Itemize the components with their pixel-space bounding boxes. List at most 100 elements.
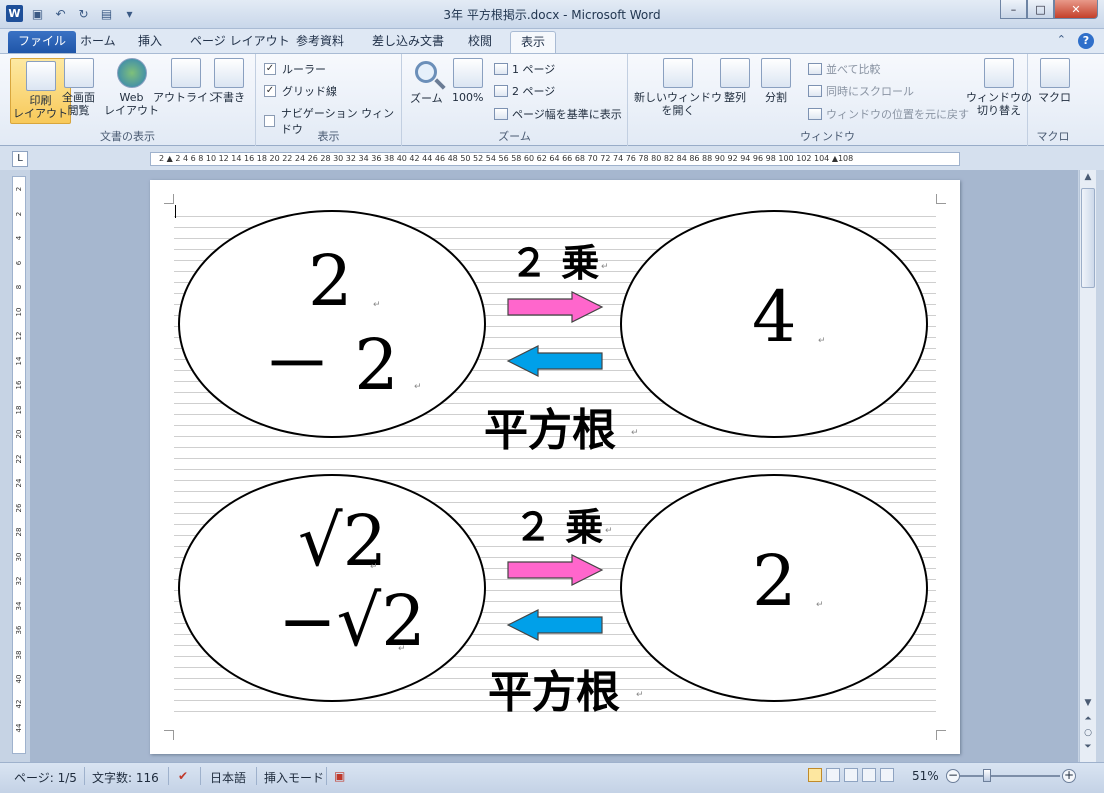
scroll-down-arrow-icon[interactable]: ▼: [1080, 698, 1096, 708]
magnifier-icon: [415, 61, 438, 83]
status-divider: [84, 767, 85, 785]
sync-scroll-button[interactable]: 同時にスクロール: [808, 83, 914, 99]
ribbon: 印刷 レイアウト 全画面 閲覧 Web レイアウト アウトライン 下書き 文書の…: [0, 53, 1104, 146]
square-label-top: ２ 乗: [510, 241, 600, 285]
language[interactable]: 日本語: [210, 769, 246, 786]
group-label-window: ウィンドウ: [800, 130, 855, 143]
tab-selector[interactable]: L: [12, 151, 28, 167]
full-screen-view-icon[interactable]: [826, 768, 840, 782]
ruler-checkbox-row[interactable]: ✓ ルーラー: [264, 61, 326, 77]
ellipse-bottom-left[interactable]: √2 ↵ −√2 ↵: [178, 474, 486, 702]
one-page-button[interactable]: 1 ページ: [494, 61, 555, 77]
split-button[interactable]: 分割: [761, 58, 791, 104]
reset-window-position-button[interactable]: ウィンドウの位置を元に戻す: [808, 106, 969, 122]
arrange-all-button[interactable]: 整列: [720, 58, 750, 104]
macro-record-icon[interactable]: ▣: [334, 769, 345, 783]
vertical-ruler-tick: 18: [15, 405, 23, 414]
side-by-side-button[interactable]: 並べて比較: [808, 61, 881, 77]
document-area: 2 ↵ － 2 ↵ ２ 乗 ↵ 平方根 ↵ 4 ↵ √2 ↵ −√2 ↵ ２ 乗…: [30, 170, 1078, 762]
blue-left-arrow[interactable]: [506, 344, 606, 378]
tab-review[interactable]: 校閲: [458, 31, 502, 53]
blue-left-arrow[interactable]: [506, 608, 606, 642]
browse-object-icon[interactable]: ○: [1080, 728, 1096, 738]
vertical-ruler-tick: 12: [15, 331, 23, 341]
zoom-slider-track[interactable]: [960, 775, 1060, 777]
vertical-ruler-tick: 6: [15, 260, 23, 265]
macros-button[interactable]: マクロ: [1038, 58, 1071, 104]
ellipse-top-right[interactable]: 4 ↵: [620, 210, 928, 438]
minimize-button[interactable]: –: [1000, 0, 1027, 19]
group-document-views: 印刷 レイアウト 全画面 閲覧 Web レイアウト アウトライン 下書き 文書の…: [0, 54, 256, 146]
pink-right-arrow[interactable]: [506, 553, 606, 587]
two-pages-icon: [494, 85, 508, 97]
split-icon: [761, 58, 791, 88]
title-bar: W ▣ ↶ ↻ ▤ ▾ 3年 平方根掲示.docx - Microsoft Wo…: [0, 0, 1104, 29]
zoom-100-button[interactable]: 100%: [452, 58, 483, 104]
tab-references[interactable]: 参考資料: [286, 31, 354, 53]
help-icon[interactable]: ?: [1078, 33, 1094, 49]
gridlines-checkbox[interactable]: ✓: [264, 85, 276, 97]
full-screen-reading-icon: [63, 58, 94, 88]
gridlines-checkbox-row[interactable]: ✓ グリッド線: [264, 83, 337, 99]
new-window-button[interactable]: 新しいウィンドウ を開く: [634, 58, 722, 117]
vertical-ruler-tick: 32: [15, 576, 23, 586]
proofing-icon[interactable]: ✔: [178, 769, 188, 783]
draft-button[interactable]: 下書き: [212, 58, 245, 104]
vertical-ruler-tick: 24: [15, 478, 23, 488]
vertical-ruler-tick: 38: [15, 650, 23, 659]
scrollbar-thumb[interactable]: [1081, 188, 1095, 288]
page-width-button[interactable]: ページ幅を基準に表示: [494, 106, 622, 122]
paragraph-mark: ↵: [636, 690, 644, 700]
zoom-in-icon[interactable]: +: [1062, 769, 1076, 783]
close-button[interactable]: ✕: [1054, 0, 1098, 19]
ribbon-tabs: ファイル ホーム 挿入 ページ レイアウト 参考資料 差し込み文書 校閲 表示 …: [0, 29, 1104, 53]
tab-page-layout[interactable]: ページ レイアウト: [180, 31, 300, 53]
vertical-ruler-tick: 14: [15, 356, 23, 365]
macros-icon: [1039, 58, 1070, 88]
pink-right-arrow[interactable]: [506, 290, 606, 324]
ellipse-bottom-right[interactable]: 2 ↵: [620, 474, 928, 702]
vertical-scrollbar[interactable]: ▲ ▼ ⏶ ○ ⏷: [1079, 170, 1096, 762]
two-pages-button[interactable]: 2 ページ: [494, 83, 555, 99]
paragraph-mark: ↵: [601, 262, 609, 272]
zoom-button[interactable]: ズーム: [410, 58, 443, 105]
square-label-bottom: ２ 乗: [514, 505, 604, 549]
outline-view-icon[interactable]: [862, 768, 876, 782]
word-count[interactable]: 文字数: 116: [92, 769, 159, 786]
minimize-ribbon-icon[interactable]: ⌃: [1057, 33, 1066, 49]
previous-page-icon[interactable]: ⏶: [1080, 714, 1096, 724]
outline-button[interactable]: アウトライン: [153, 58, 219, 104]
ellipse-top-left[interactable]: 2 ↵ － 2 ↵: [178, 210, 486, 438]
paragraph-mark: ↵: [398, 644, 406, 654]
horizontal-ruler[interactable]: 2 ▲ 2 4 6 8 10 12 14 16 18 20 22 24 26 2…: [150, 152, 960, 166]
zoom-slider-thumb[interactable]: [983, 769, 991, 782]
vertical-ruler-tick: 36: [15, 625, 23, 635]
tab-insert[interactable]: 挿入: [128, 31, 172, 53]
tab-home[interactable]: ホーム: [70, 31, 126, 53]
tab-view[interactable]: 表示: [510, 31, 557, 53]
zoom-out-icon[interactable]: −: [946, 769, 960, 783]
switch-windows-button[interactable]: ウィンドウの 切り替え: [966, 58, 1032, 117]
ruler-checkbox[interactable]: ✓: [264, 63, 276, 75]
vertical-ruler-tick: 44: [15, 723, 23, 733]
vertical-ruler[interactable]: 2 2 4 6 8 10 12 14 16 18 20 22 24 26 28 30 32 34 36 38 40 42 4…: [12, 176, 26, 754]
web-layout-button[interactable]: Web レイアウト: [104, 58, 159, 117]
document-page[interactable]: 2 ↵ － 2 ↵ ２ 乗 ↵ 平方根 ↵ 4 ↵ √2 ↵ −√2 ↵ ２ 乗…: [150, 180, 960, 754]
print-layout-view-icon[interactable]: [808, 768, 822, 782]
page-count[interactable]: ページ: 1/5: [14, 769, 77, 786]
tab-mailings[interactable]: 差し込み文書: [362, 31, 454, 53]
zoom-level[interactable]: 51%: [912, 769, 939, 783]
tab-file[interactable]: ファイル: [8, 31, 77, 53]
maximize-button[interactable]: □: [1027, 0, 1054, 19]
insert-mode[interactable]: 挿入モード: [264, 769, 324, 786]
next-page-icon[interactable]: ⏷: [1080, 742, 1096, 752]
full-screen-reading-button[interactable]: 全画面 閲覧: [62, 58, 95, 117]
nav-pane-checkbox[interactable]: [264, 115, 275, 127]
one-page-icon: [494, 63, 508, 75]
status-divider: [168, 767, 169, 785]
draft-view-icon[interactable]: [880, 768, 894, 782]
scroll-up-arrow-icon[interactable]: ▲: [1080, 172, 1096, 182]
group-label-document-views: 文書の表示: [100, 130, 155, 143]
web-layout-view-icon[interactable]: [844, 768, 858, 782]
sync-scroll-icon: [808, 85, 822, 97]
